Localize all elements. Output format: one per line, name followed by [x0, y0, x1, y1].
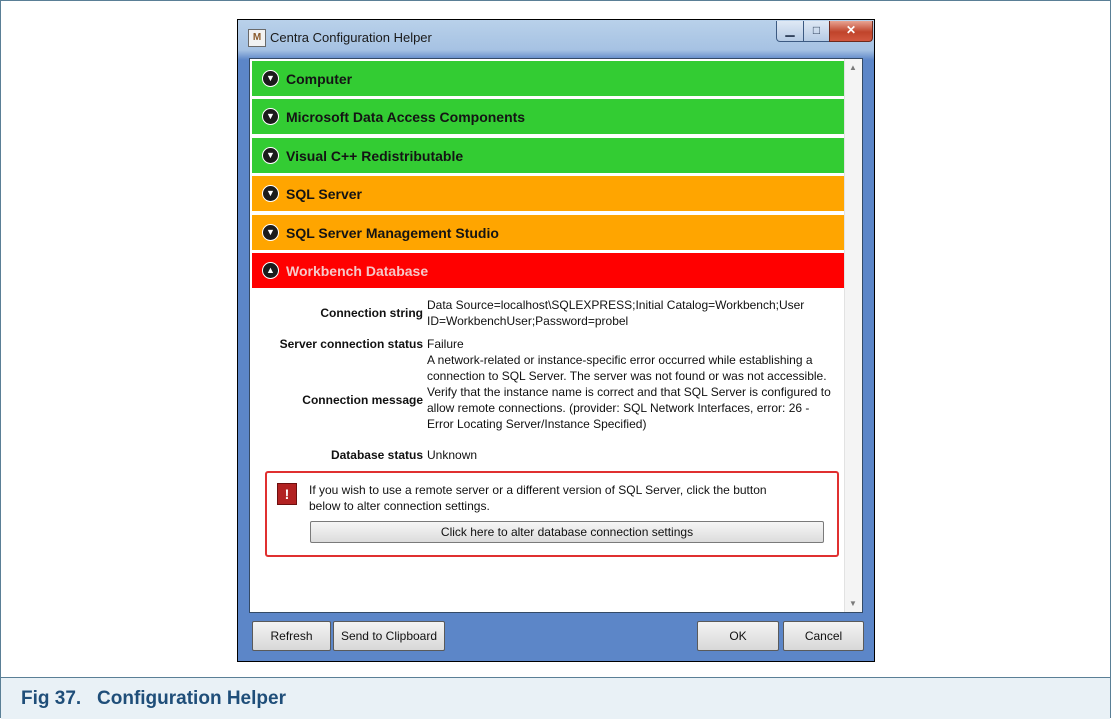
- section-workbench-db[interactable]: ▲ Workbench Database: [252, 253, 844, 288]
- connection-message-value: A network-related or instance-specific e…: [427, 352, 857, 432]
- refresh-button[interactable]: Refresh: [252, 621, 331, 651]
- scroll-up-icon[interactable]: ▲: [849, 63, 857, 72]
- figure-frame: M Centra Configuration Helper ▁ □ ✕ ▼ Co…: [0, 0, 1111, 719]
- server-status-value: Failure: [427, 337, 464, 351]
- close-button[interactable]: ✕: [829, 21, 873, 42]
- section-label: Visual C++ Redistributable: [286, 148, 464, 164]
- connection-string-line: ID=WorkbenchUser;Password=probel: [427, 314, 629, 328]
- minimize-icon: ▁: [785, 23, 795, 37]
- section-vcpp[interactable]: ▼ Visual C++ Redistributable: [252, 138, 844, 173]
- ok-button[interactable]: OK: [697, 621, 779, 651]
- title-bar[interactable]: M Centra Configuration Helper ▁ □ ✕: [238, 20, 874, 54]
- section-label: SQL Server: [286, 186, 363, 202]
- vertical-scrollbar[interactable]: ▲ ▼: [844, 59, 862, 612]
- connection-string-line: Data Source=localhost\SQLEXPRESS;Initial…: [427, 298, 805, 312]
- message-line: allow remote connections. (provider: SQL…: [427, 401, 810, 415]
- error-icon: !: [277, 483, 297, 505]
- message-line: Error Locating Server/Instance Specified…: [427, 417, 647, 431]
- figure-caption-bar: Fig 37. Configuration Helper: [1, 677, 1110, 719]
- section-computer[interactable]: ▼ Computer: [252, 61, 844, 96]
- app-icon: M: [248, 29, 266, 47]
- chevron-down-icon: ▼: [262, 185, 279, 202]
- message-line: Verify that the instance name is correct…: [427, 385, 831, 399]
- message-line: A network-related or instance-specific e…: [427, 353, 813, 367]
- config-helper-window: M Centra Configuration Helper ▁ □ ✕ ▼ Co…: [237, 19, 875, 662]
- window-title: Centra Configuration Helper: [270, 30, 432, 45]
- section-mdac[interactable]: ▼ Microsoft Data Access Components: [252, 99, 844, 134]
- alter-connection-button[interactable]: Click here to alter database connection …: [310, 521, 824, 543]
- chevron-down-icon: ▼: [262, 108, 279, 125]
- database-status-value: Unknown: [427, 448, 478, 462]
- database-status-label: Database status: [330, 448, 423, 462]
- chevron-down-icon: ▼: [262, 70, 279, 87]
- connection-string-value: Data Source=localhost\SQLEXPRESS;Initial…: [427, 297, 847, 329]
- alert-box: ! If you wish to use a remote server or …: [265, 471, 839, 557]
- section-sql-server[interactable]: ▼ SQL Server: [252, 176, 844, 211]
- chevron-down-icon: ▼: [262, 224, 279, 241]
- section-ssms[interactable]: ▼ SQL Server Management Studio: [252, 215, 844, 250]
- alert-line: below to alter connection settings.: [309, 499, 490, 513]
- alert-line: If you wish to use a remote server or a …: [309, 483, 767, 497]
- scroll-down-icon[interactable]: ▼: [849, 599, 857, 608]
- section-label: SQL Server Management Studio: [286, 225, 499, 241]
- maximize-icon: □: [812, 23, 821, 37]
- send-to-clipboard-button[interactable]: Send to Clipboard: [333, 621, 445, 651]
- connection-string-label: Connection string: [320, 306, 423, 320]
- section-label: Computer: [286, 71, 353, 87]
- close-icon: ✕: [845, 23, 857, 37]
- maximize-button[interactable]: □: [803, 21, 830, 42]
- content-panel: ▼ Computer ▼ Microsoft Data Access Compo…: [249, 58, 863, 613]
- minimize-button[interactable]: ▁: [776, 21, 804, 42]
- chevron-down-icon: ▼: [262, 147, 279, 164]
- section-label: Microsoft Data Access Components: [286, 109, 526, 125]
- figure-caption: Fig 37. Configuration Helper: [21, 688, 286, 709]
- alert-text: If you wish to use a remote server or a …: [309, 482, 819, 514]
- window-chrome: M Centra Configuration Helper ▁ □ ✕ ▼ Co…: [238, 20, 874, 661]
- chevron-up-icon: ▲: [262, 262, 279, 279]
- section-label: Workbench Database: [286, 263, 429, 279]
- message-line: connection to SQL Server. The server was…: [427, 369, 827, 383]
- cancel-button[interactable]: Cancel: [783, 621, 864, 651]
- connection-message-label: Connection message: [302, 393, 423, 407]
- server-status-label: Server connection status: [279, 337, 423, 351]
